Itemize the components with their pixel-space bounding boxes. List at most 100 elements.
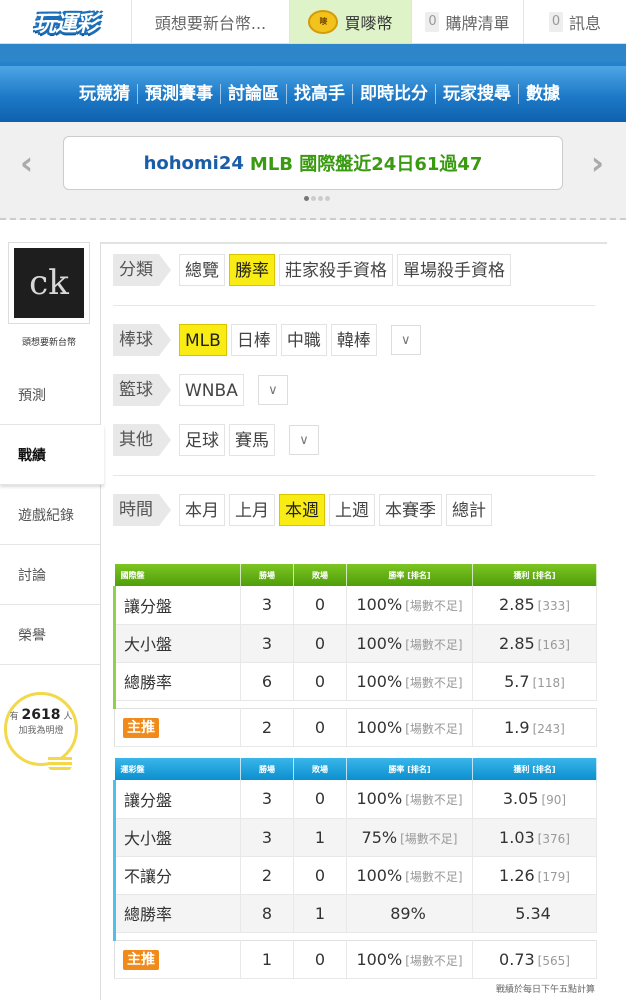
loss-count: 0 — [293, 856, 347, 895]
win-rate-rank: [場數不足] — [405, 793, 463, 808]
nav-item-experts[interactable]: 找高手 — [287, 84, 353, 104]
messages-button[interactable]: 0 訊息 — [524, 0, 626, 43]
filter-option[interactable]: 本月 — [179, 494, 225, 526]
filter-option[interactable]: 單場殺手資格 — [397, 254, 511, 286]
chevron-down-icon[interactable]: ∨ — [257, 375, 288, 405]
filter-option[interactable]: 足球 — [179, 424, 225, 456]
chevron-down-icon[interactable]: ∨ — [289, 425, 319, 455]
win-rate-value: 100% — [356, 789, 403, 809]
win-count: 3 — [240, 818, 294, 857]
buy-coins-button[interactable]: 嘜 買嘜幣 — [290, 0, 412, 43]
filter-option[interactable]: 中職 — [280, 324, 327, 356]
loss-count: 0 — [293, 662, 347, 701]
filter-option-selected[interactable]: 本週 — [279, 494, 325, 526]
bet-type: 主推 — [114, 707, 241, 747]
win-count: 2 — [240, 707, 294, 747]
avatar[interactable]: ck — [8, 242, 90, 324]
user-menu[interactable]: 頭想要新台幣... — [132, 0, 290, 43]
carousel-dot[interactable] — [318, 196, 323, 201]
fans-suffix: 人 — [63, 712, 73, 722]
column-header: 運彩盤 — [114, 758, 241, 780]
column-header: 敗場 — [293, 564, 347, 586]
win-rate-rank: [場數不足] — [405, 637, 463, 652]
loss-count: 0 — [293, 939, 347, 979]
win-rate-value: 100% — [356, 717, 403, 737]
user-name: 頭想要新台幣... — [154, 13, 267, 33]
win-rate-value: 100% — [356, 949, 403, 969]
filter-label: 棒球 — [113, 324, 171, 356]
filter-option[interactable]: 上月 — [229, 494, 275, 526]
table-row: 讓分盤 3 0 100% [場數不足] 2.85 [333] — [113, 586, 597, 625]
win-rate-value: 100% — [356, 633, 403, 653]
chevron-left-icon[interactable]: ‹ — [20, 144, 33, 182]
filter-baseball-row: 棒球 MLB 日棒 中職 韓棒 ∨ — [113, 324, 421, 356]
loss-count: 1 — [293, 894, 347, 933]
bet-type: 讓分盤 — [113, 780, 241, 819]
site-logo[interactable]: 玩運彩 — [0, 0, 132, 44]
filter-time-row: 時間 本月 上月 本週 上週 本賽季 總計 — [113, 494, 492, 526]
bet-type: 大小盤 — [113, 818, 241, 857]
nav-item-predict[interactable]: 預測賽事 — [138, 84, 221, 104]
profit: 5.7 [118] — [472, 662, 597, 701]
messages-label: 訊息 — [568, 13, 601, 33]
row-gap — [113, 932, 597, 940]
filter-option[interactable]: 本賽季 — [379, 494, 442, 526]
column-header: 勝率 [排名] — [346, 564, 473, 586]
win-rate-value: 100% — [356, 595, 403, 615]
nav-item-live-score[interactable]: 即時比分 — [353, 84, 436, 104]
carousel-dot[interactable] — [311, 196, 316, 201]
win-count: 2 — [240, 856, 294, 895]
sidebar-item-discussion[interactable]: 討論 — [0, 545, 100, 605]
top-bar: 玩運彩 頭想要新台幣... 嘜 買嘜幣 0 購牌清單 0 訊息 — [0, 0, 626, 44]
filter-label: 籃球 — [113, 374, 171, 406]
loss-count: 0 — [293, 780, 347, 819]
filter-option[interactable]: 上週 — [329, 494, 375, 526]
nav-item-data[interactable]: 數據 — [519, 84, 567, 104]
table-row: 大小盤 3 1 75% [場數不足] 1.03 [376] — [113, 818, 597, 857]
filter-option-selected[interactable]: MLB — [179, 324, 227, 356]
footnote: 戰績於每日下午五點計算 — [495, 985, 595, 995]
cart-button[interactable]: 0 購牌清單 — [412, 0, 524, 43]
filter-category-row: 分類 總覽 勝率 莊家殺手資格 單場殺手資格 — [113, 254, 511, 286]
banner-card[interactable]: hohomi24 MLB 國際盤近24日61過47 — [63, 136, 563, 190]
carousel-dot[interactable] — [325, 196, 330, 201]
nav-item-guess[interactable]: 玩競猜 — [72, 84, 138, 104]
cart-label: 購牌清單 — [445, 13, 510, 33]
filter-option[interactable]: 韓棒 — [330, 324, 377, 356]
filter-option[interactable]: WNBA — [179, 374, 244, 406]
sidebar-item-honors[interactable]: 榮譽 — [0, 605, 100, 665]
profit-value: 2.85 — [499, 595, 535, 615]
win-count: 6 — [240, 662, 294, 701]
filter-option[interactable]: 日棒 — [230, 324, 277, 356]
bet-type: 大小盤 — [113, 624, 241, 663]
filter-option[interactable]: 賽馬 — [229, 424, 275, 456]
carousel-dots — [304, 196, 330, 201]
filter-option[interactable]: 莊家殺手資格 — [279, 254, 393, 286]
chevron-down-icon[interactable]: ∨ — [390, 325, 421, 355]
avatar-image: ck — [14, 248, 84, 318]
carousel-dot[interactable] — [304, 196, 309, 201]
intl-record-table: 國際盤 勝場 敗場 勝率 [排名] 獲利 [排名] 讓分盤 3 0 100% [場… — [113, 564, 597, 747]
main-pick-badge: 主推 — [123, 949, 159, 970]
gap-cell — [113, 700, 597, 708]
sidebar-item-game-log[interactable]: 遊戲紀錄 — [0, 485, 100, 545]
column-header: 獲利 [排名] — [472, 758, 597, 780]
sidebar-item-record[interactable]: 戰績 — [0, 425, 104, 485]
filter-option[interactable]: 總計 — [446, 494, 492, 526]
banner-text: MLB 國際盤近24日61過47 — [249, 154, 483, 175]
main-nav-wrapper: 玩競猜 預測賽事 討論區 找高手 即時比分 玩家搜尋 數據 — [0, 44, 626, 122]
profit-rank: [163] — [537, 637, 570, 652]
filter-option[interactable]: 總覽 — [179, 254, 225, 286]
win-rate-rank: [場數不足] — [400, 831, 458, 846]
table-row: 總勝率 6 0 100% [場數不足] 5.7 [118] — [113, 662, 597, 701]
loss-count: 1 — [293, 818, 347, 857]
sidebar-item-predictions[interactable]: 預測 — [0, 365, 100, 425]
lottery-record-table: 運彩盤 勝場 敗場 勝率 [排名] 獲利 [排名] 讓分盤 3 0 100% [場… — [113, 758, 597, 979]
profit-rank: [565] — [537, 953, 570, 968]
win-rate: 100% [場數不足] — [346, 586, 473, 625]
nav-item-forum[interactable]: 討論區 — [221, 84, 287, 104]
chevron-right-icon[interactable]: › — [591, 144, 604, 182]
filter-option-selected[interactable]: 勝率 — [229, 254, 275, 286]
follow-lightbulb-button[interactable]: 有 2618 人 加我為明燈 — [4, 692, 78, 766]
nav-item-player-search[interactable]: 玩家搜尋 — [436, 84, 519, 104]
